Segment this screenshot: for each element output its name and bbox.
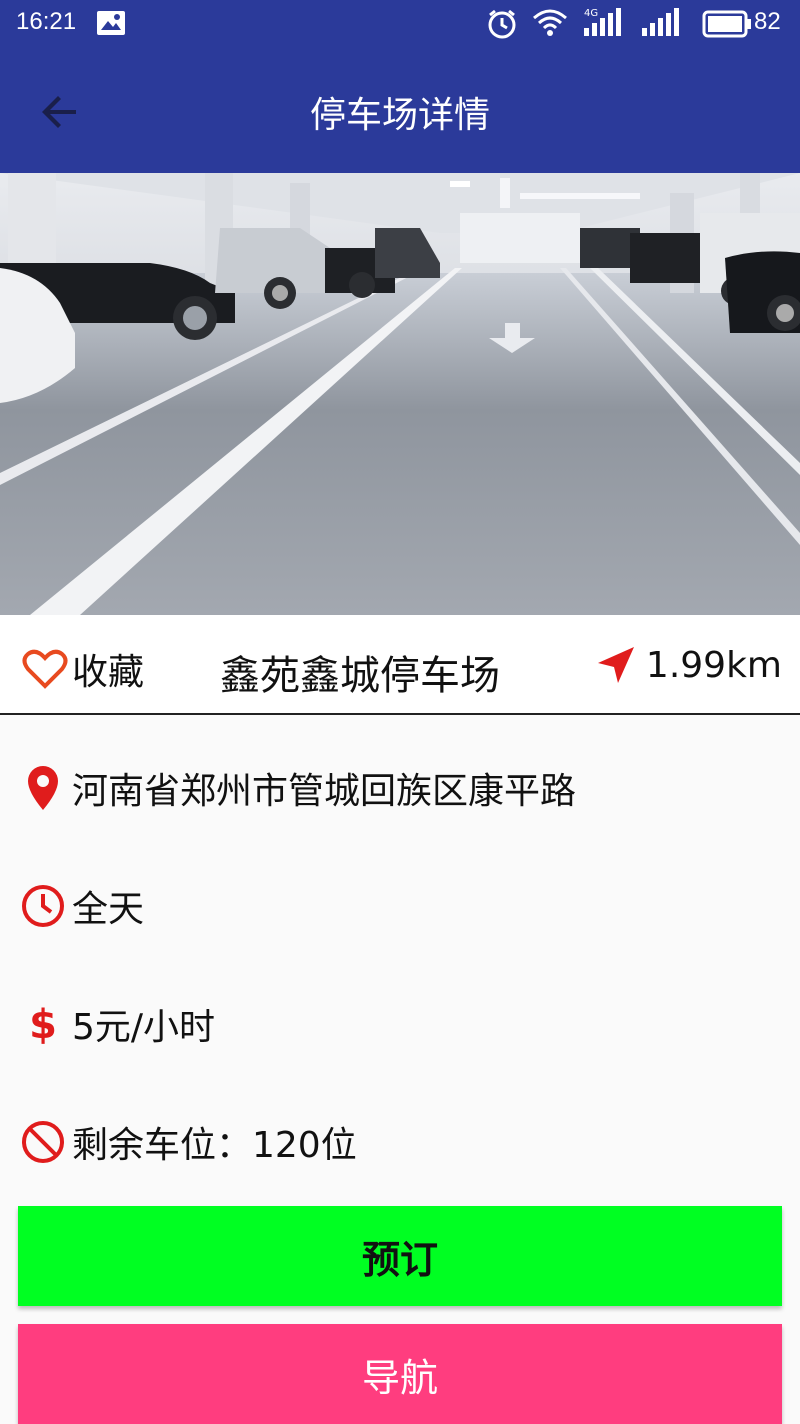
signal-4g-icon: 4G: [582, 6, 626, 42]
alarm-icon: [486, 8, 518, 44]
parking-name: 鑫苑鑫城停车场: [220, 653, 500, 699]
price-text: 5元/小时: [72, 1007, 216, 1048]
address-text: 河南省郑州市管城回族区康平路: [72, 771, 577, 812]
address-row: 河南省郑州市管城回族区康平路: [20, 762, 576, 814]
spaces-text: 剩余车位：120位: [72, 1125, 357, 1166]
parking-lot-photo: [0, 173, 800, 615]
spaces-row: 剩余车位：120位: [20, 1116, 357, 1168]
no-entry-icon: [22, 1121, 64, 1163]
svg-text:4G: 4G: [584, 8, 598, 19]
parking-header-row: 收藏 鑫苑鑫城停车场 1.99km: [0, 615, 800, 715]
distance-info: 1.99km: [594, 643, 782, 687]
price-row: $ 5元/小时: [20, 998, 215, 1050]
location-pin-icon: [28, 766, 58, 810]
favorite-label: 收藏: [72, 652, 145, 693]
hours-text: 全天: [72, 889, 145, 930]
app-bar: 停车场详情: [0, 50, 800, 173]
wifi-icon: [532, 8, 568, 42]
status-time: 16:21: [16, 8, 77, 35]
clock-icon: [22, 885, 64, 927]
distance-value: 1.99km: [645, 644, 782, 686]
navigation-arrow-icon: [597, 647, 634, 683]
page-title: 停车场详情: [309, 95, 490, 136]
battery-icon: [702, 10, 752, 42]
hours-row: 全天: [20, 880, 144, 932]
signal-bars-icon: [640, 8, 684, 42]
dollar-icon: $: [29, 1002, 57, 1048]
image-notification-icon: [96, 10, 126, 40]
heart-outline-icon: [22, 649, 68, 689]
svg-text:$: $: [29, 1002, 57, 1048]
book-button[interactable]: 预订: [18, 1206, 782, 1306]
navigate-button[interactable]: 导航: [18, 1324, 782, 1424]
status-bar: 16:21 4G 82: [0, 0, 800, 50]
battery-level: 82: [754, 8, 781, 35]
favorite-button[interactable]: 收藏: [22, 643, 144, 695]
